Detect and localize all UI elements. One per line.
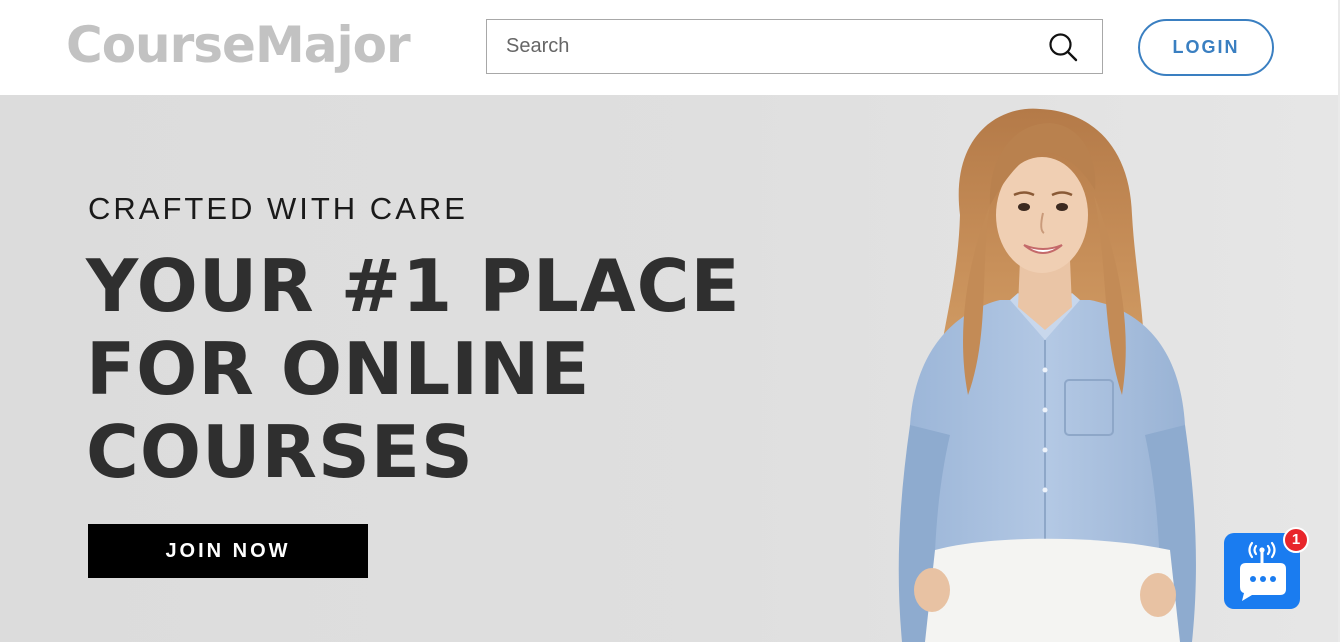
search-icon[interactable] bbox=[1048, 32, 1078, 62]
hero-title-line: YOUR #1 PLACE bbox=[86, 244, 741, 328]
login-button[interactable]: LOGIN bbox=[1138, 19, 1274, 76]
hero-title-line: FOR ONLINE bbox=[86, 327, 591, 411]
hero-banner: CRAFTED WITH CARE YOUR #1 PLACE FOR ONLI… bbox=[0, 95, 1340, 642]
join-now-button[interactable]: JOIN NOW bbox=[88, 524, 368, 578]
hero-person-image bbox=[898, 108, 1196, 642]
notification-badge: 1 bbox=[1283, 527, 1309, 553]
hero-title-line: COURSES bbox=[86, 410, 474, 494]
hero-title: YOUR #1 PLACE FOR ONLINE COURSES bbox=[86, 245, 766, 494]
site-header: CourseMajor LOGIN bbox=[0, 0, 1340, 95]
hero-subtitle: CRAFTED WITH CARE bbox=[88, 191, 468, 226]
search-input[interactable] bbox=[487, 20, 1027, 73]
site-logo[interactable]: CourseMajor bbox=[66, 12, 411, 78]
search-bar bbox=[486, 19, 1103, 74]
